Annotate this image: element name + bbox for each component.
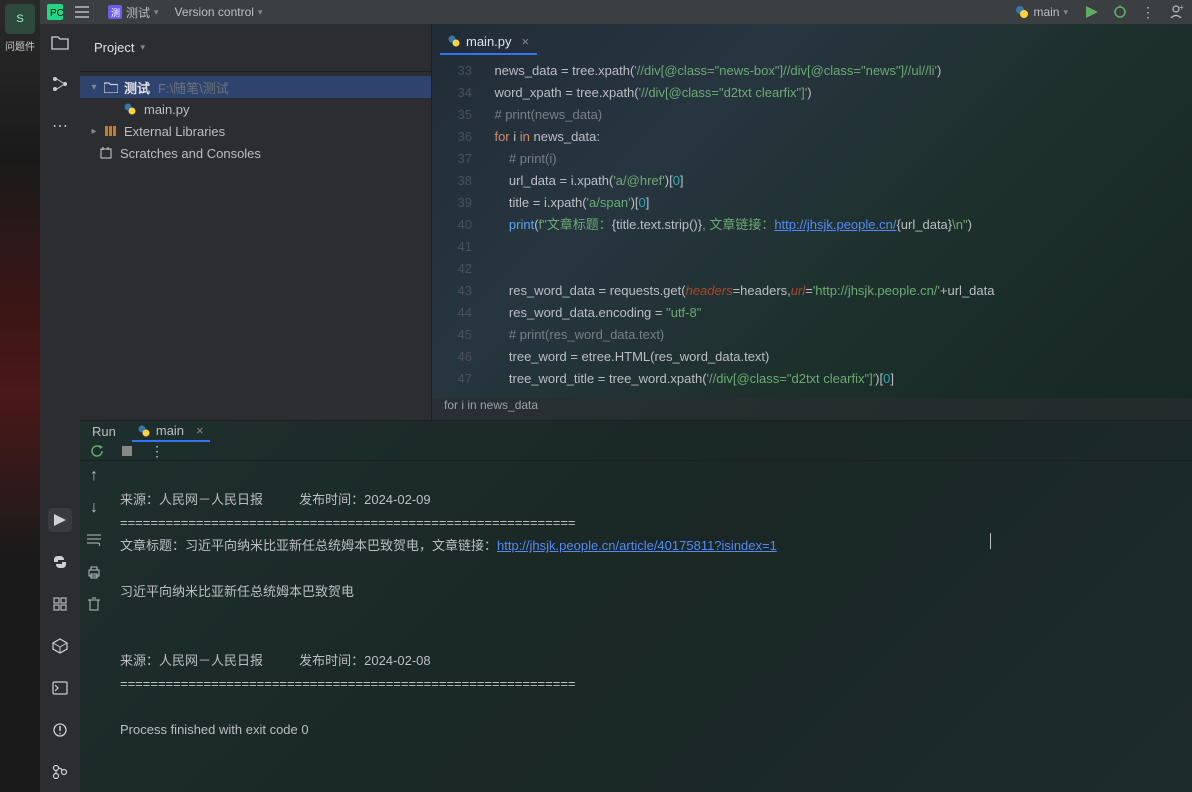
close-tab-icon[interactable]: × <box>522 34 530 49</box>
run-panel-header: Run main × <box>80 421 1192 442</box>
tree-file-label: main.py <box>144 102 190 117</box>
run-config-selector[interactable]: main ▾ <box>1009 3 1074 21</box>
python-icon <box>138 425 150 437</box>
vcs-menu[interactable]: Version control ▾ <box>167 3 271 21</box>
folder-icon <box>104 81 120 93</box>
run-button[interactable] <box>1082 2 1102 22</box>
tree-scratches-label: Scratches and Consoles <box>120 146 261 161</box>
hamburger-menu-icon[interactable] <box>72 2 92 22</box>
terminal-tool-icon[interactable] <box>48 676 72 700</box>
python-icon <box>1015 5 1029 19</box>
close-tab-icon[interactable]: × <box>196 423 204 438</box>
tree-file-main[interactable]: main.py <box>80 98 431 120</box>
project-badge-icon: 测 <box>108 5 122 19</box>
tree-scratches[interactable]: Scratches and Consoles <box>80 142 431 164</box>
editor-tab-label: main.py <box>466 34 512 49</box>
scratches-icon <box>100 147 116 159</box>
python-file-icon <box>448 35 460 47</box>
project-tool-icon[interactable] <box>48 30 72 54</box>
chevron-down-icon: ▾ <box>258 7 263 18</box>
run-config-label: main <box>1033 5 1059 19</box>
chevron-down-icon: ▾ <box>88 82 100 93</box>
project-panel: Project ▾ ▾ 测试 F:\随笔\测试 main.py <box>80 24 432 420</box>
more-actions-icon[interactable]: ⋮ <box>1138 2 1158 22</box>
tree-external-label: External Libraries <box>124 124 225 139</box>
run-panel: Run main × ⋮ ↑ ↓ <box>80 420 1192 792</box>
chevron-down-icon: ▾ <box>1063 7 1068 18</box>
desktop-app-label: 问题件 <box>0 38 40 53</box>
svg-text:+: + <box>1179 4 1184 12</box>
titlebar: PC 测 测试 ▾ Version control ▾ main ▾ ⋮ + <box>40 0 1192 24</box>
up-arrow-icon[interactable]: ↑ <box>85 467 103 485</box>
more-run-icon[interactable]: ⋮ <box>148 442 166 460</box>
tree-root-path: F:\随笔\测试 <box>158 78 229 97</box>
editor-tab-main[interactable]: main.py × <box>440 30 537 55</box>
console-link[interactable]: http://jhsjk.people.cn/article/40175811?… <box>497 538 777 553</box>
breadcrumb[interactable]: for i in news_data <box>432 398 1192 420</box>
stop-button[interactable] <box>118 442 136 460</box>
project-tree: ▾ 测试 F:\随笔\测试 main.py ▸ External <box>80 72 431 168</box>
desktop-app-icon[interactable]: S <box>5 4 35 34</box>
vcs-label: Version control <box>175 5 254 19</box>
run-tab-label: main <box>156 423 184 438</box>
vcs-tool-icon[interactable] <box>48 760 72 784</box>
python-packages-icon[interactable] <box>48 634 72 658</box>
editor-area: main.py × 333435363738394041424344454647… <box>432 24 1192 420</box>
tree-root[interactable]: ▾ 测试 F:\随笔\测试 <box>80 76 431 98</box>
down-arrow-icon[interactable]: ↓ <box>85 499 103 517</box>
soft-wrap-icon[interactable] <box>85 531 103 549</box>
delete-icon[interactable] <box>85 595 103 613</box>
tree-root-label: 测试 <box>124 78 150 97</box>
project-dropdown[interactable]: 测 测试 ▾ <box>100 2 167 23</box>
structure-tool-icon[interactable] <box>48 72 72 96</box>
console-output[interactable]: 来源：人民网－人民日报 发布时间：2024-02-09 ============… <box>108 461 1192 792</box>
run-toolbar: ⋮ <box>80 442 1192 461</box>
tree-external-libs[interactable]: ▸ External Libraries <box>80 120 431 142</box>
problems-tool-icon[interactable] <box>48 718 72 742</box>
more-tool-icon[interactable]: ⋯ <box>48 114 72 138</box>
chevron-down-icon: ▾ <box>140 42 145 53</box>
svg-text:PC: PC <box>50 8 63 19</box>
editor-tabs: main.py × <box>432 24 1192 60</box>
python-file-icon <box>124 103 140 115</box>
left-toolstrip: ⋯ <box>40 24 80 792</box>
text-cursor <box>990 533 991 549</box>
chevron-right-icon: ▸ <box>88 126 100 137</box>
library-icon <box>104 125 120 137</box>
services-tool-icon[interactable] <box>48 592 72 616</box>
desktop-background-strip: S 问题件 <box>0 0 40 792</box>
project-header-label: Project <box>94 40 134 55</box>
print-icon[interactable] <box>85 563 103 581</box>
run-tool-icon[interactable] <box>48 508 72 532</box>
python-console-icon[interactable] <box>48 550 72 574</box>
code-content[interactable]: news_data = tree.xpath('//div[@class="ne… <box>480 60 1192 398</box>
chevron-down-icon: ▾ <box>154 7 159 18</box>
code-with-me-icon[interactable]: + <box>1166 2 1186 22</box>
run-side-toolbar: ↑ ↓ <box>80 461 108 792</box>
svg-text:测: 测 <box>111 8 120 18</box>
rerun-button[interactable] <box>88 442 106 460</box>
line-gutter: 333435363738394041424344454647 <box>432 60 480 398</box>
run-panel-title: Run <box>92 424 116 439</box>
run-tab-main[interactable]: main × <box>132 421 210 442</box>
pycharm-logo-icon: PC <box>46 3 64 21</box>
debug-button[interactable] <box>1110 2 1130 22</box>
code-editor[interactable]: 333435363738394041424344454647 news_data… <box>432 60 1192 398</box>
project-name-label: 测试 <box>126 4 150 21</box>
ide-window: PC 测 测试 ▾ Version control ▾ main ▾ ⋮ + <box>40 0 1192 792</box>
project-panel-header[interactable]: Project ▾ <box>80 24 431 72</box>
